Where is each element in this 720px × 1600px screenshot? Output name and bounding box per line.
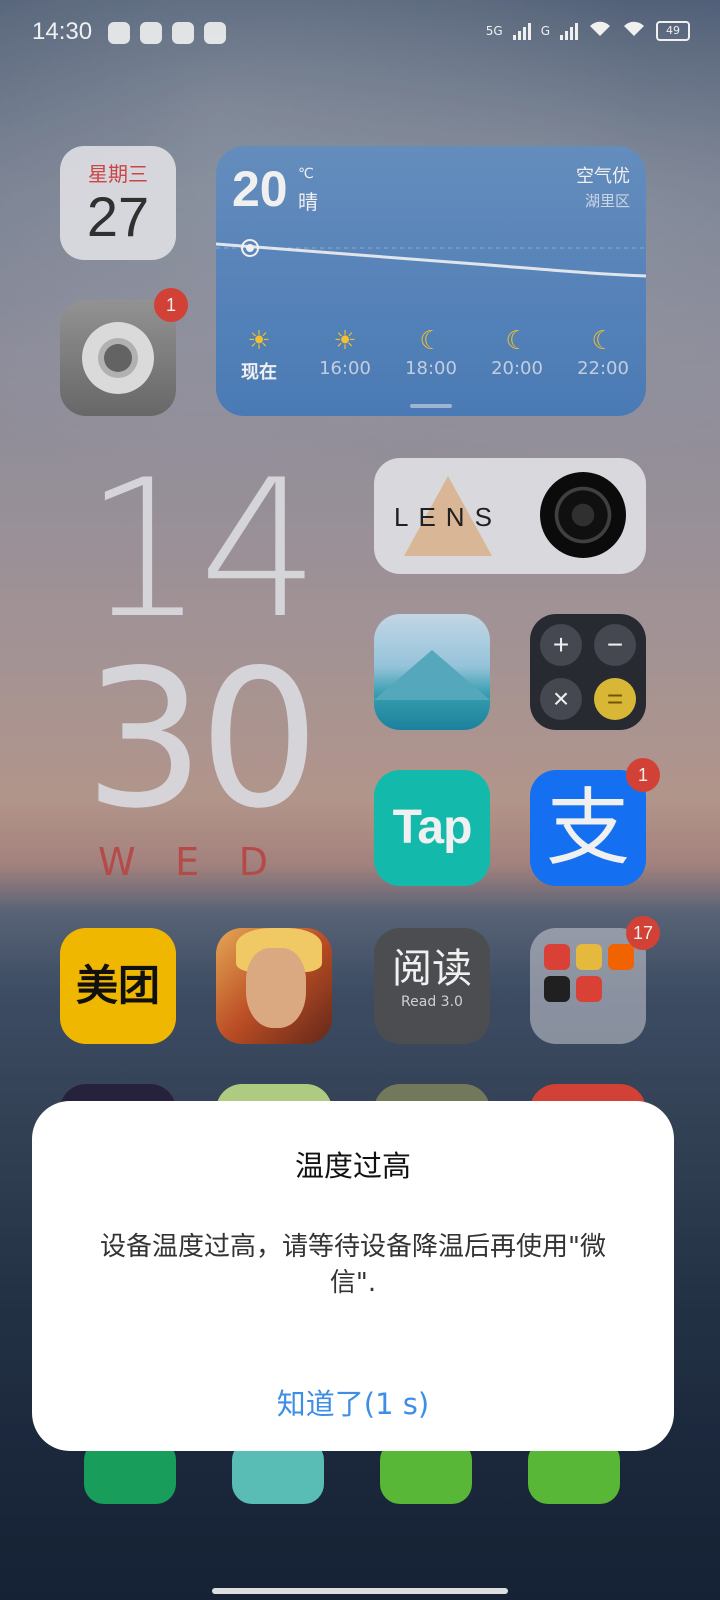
dialog-title: 温度过高 [294,1149,411,1183]
overheat-dialog: 温度过高 设备温度过高，请等待设备降温后再使用"微信". 知道了(1 s) [32,1101,674,1451]
gesture-bar[interactable] [212,1588,508,1594]
dialog-ok-button[interactable]: 知道了(1 s) [32,1381,674,1423]
dialog-message: 设备温度过高，请等待设备降温后再使用"微信". [100,1232,606,1298]
